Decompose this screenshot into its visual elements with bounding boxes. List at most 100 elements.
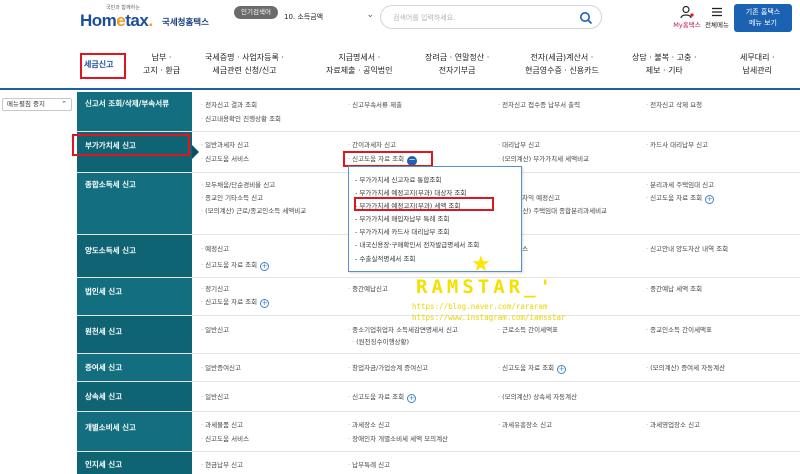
menu-link[interactable]: 전자신고 접수증 납부서 출력 [498,100,580,110]
menu-link[interactable]: 일반신고 [201,392,229,402]
menu-link[interactable]: 과세영업장소 신고 [646,420,700,430]
menu-link[interactable]: 신고도움 자료 조회+ [646,193,715,204]
menu-link[interactable]: 신고도움 자료 조회+ [201,297,270,308]
menu-link[interactable]: 모두채움/단순경비율 신고 [201,180,275,190]
popular-search-select[interactable]: 10. 소득금액 ⌄ [280,8,376,26]
submenu-item[interactable]: 부가가치세 신고자료 통합조회 [355,174,441,184]
watermark-blog: https://blog.naver.com/rararam [412,302,548,311]
table-row: 상속세 신고 일반신고 신고도움 자료 조회+ (모의계산) 상속세 자동계산 [77,382,800,412]
vat-help-data-submenu: 부가가치세 신고자료 통합조회 부가가치세 예정고지(부과) 대상자 조회 부가… [348,166,522,272]
old-menu-button[interactable]: 기존 홈택스 메뉴 보기 [734,4,792,32]
submenu-item[interactable]: 내국신용장·구매확인서 전자발급명세서 조회 [355,239,479,249]
menu-link[interactable]: 전자신고 삭제 요청 [646,100,702,110]
search-placeholder: 검색어를 입력하세요. [393,14,456,22]
expand-icon[interactable]: + [557,365,567,374]
menu-link[interactable]: 분리과세 주택임대 신고 [646,180,714,190]
popular-search-value: 10. 소득금액 [284,13,324,21]
expand-icon[interactable]: + [260,299,270,308]
my-hometax-label: My홈택스 [673,21,701,29]
my-hometax-button[interactable]: My홈택스 [670,5,704,33]
tab-certificate[interactable]: 국세증명 · 사업자등록 · 세금관련 신청/신고 [205,51,284,77]
category-withholding-tax[interactable]: 원천세 신고 [77,316,192,353]
submenu-item[interactable]: 부가가치세 예정고지(부과) 대상자 조회 [355,187,466,197]
menu-link[interactable]: 창업자금/가업승계 증여신고 [348,363,428,373]
menu-link[interactable]: 카드사 대리납부 신고 [646,140,708,150]
submenu-item[interactable]: 부가가치세 카드사 대리납부 조회 [355,226,449,236]
menu-link[interactable]: 대리납부 신고 [498,140,540,150]
header: 국민과 함께하는 Hometax. 국세청홈택스 인기검색어 10. 소득금액 … [0,0,800,40]
menu-link[interactable]: 일반증여신고 [201,363,241,373]
category-stamp-tax[interactable]: 인지세 신고 [77,452,192,474]
logo-tagline: 국민과 함께하는 [106,5,140,11]
menu-link[interactable]: 정기신고 [201,284,229,294]
expand-icon[interactable]: + [407,394,417,403]
table-row: 개별소비세 신고 과세물품 신고 과세장소 신고 과세유흥장소 신고 과세영업장… [77,412,800,452]
menu-link[interactable]: 간이과세자 신고 [348,140,396,150]
tab-agent[interactable]: 세무대리 · 납세관리 [740,51,775,77]
menu-link[interactable]: 신고도움 자료 조회+ [201,260,270,271]
menu-link[interactable]: 과세물품 신고 [201,420,243,430]
all-menu-button[interactable]: 전체메뉴 [704,5,730,33]
menu-link[interactable]: 과세장소 신고 [348,420,390,430]
menu-link[interactable]: (모의계산) 상속세 자동계산 [498,392,577,402]
popular-search-badge: 인기검색어 [234,6,278,19]
watermark-title: RAMSTAR_' [416,276,555,298]
menu-link[interactable]: 중소기업취업자 소득세감면명세서 신고 [348,325,458,335]
menu-link[interactable]: 납부특례 신고 [348,460,390,470]
logo-subtitle: 국세청홈택스 [162,18,209,28]
menu-link[interactable]: 종교인 기타소득 신고 [201,193,263,203]
tab-payment[interactable]: 납부 · 고지 · 환급 [143,51,180,77]
search-input[interactable]: 검색어를 입력하세요. [380,5,602,29]
user-icon [680,5,694,19]
category-gift-tax[interactable]: 증여세 신고 [77,354,192,381]
expand-icon[interactable]: + [260,262,270,271]
menu-link[interactable]: 일반신고 [201,325,229,335]
menu-link[interactable]: 신고부속서류 제출 [348,100,402,110]
tab-highlight-box [80,53,126,79]
submenu-item[interactable]: 부가가치세 매입자납부 특례 조회 [355,213,449,223]
tab-statement[interactable]: 지급명세서 · 자료제출 · 공익법인 [326,51,393,77]
menu-link[interactable]: 신고도움 자료 조회+ [498,363,567,374]
menu-link[interactable]: 신고도움 서비스 [201,154,249,164]
menu-link[interactable]: 신고도움 서비스 [201,434,249,444]
menu-link[interactable]: 과세유흥장소 신고 [498,420,552,430]
old-menu-line1: 기존 홈택스 [745,8,781,16]
watermark-instagram: https://www.instagram.com/iamsstar [412,313,566,322]
tab-incentive[interactable]: 장려금 · 연말정산 · 전자기부금 [425,51,489,77]
submenu-item[interactable]: 수출실적명세서 조회 [355,253,415,263]
submenu-highlight-box [354,197,494,211]
menu-link[interactable]: (모의계산) 증여세 자동계산 [646,363,725,373]
table-row: 신고서 조회/삭제/부속서류 전자신고 결과 조회 신고부속서류 제출 전자신고… [77,92,800,132]
menu-link[interactable]: 장애인차 개별소비세 세액 모의계산 [348,434,448,444]
all-menu-label: 전체메뉴 [705,21,729,29]
menu-link[interactable]: 종교인소득 간이세액표 [646,325,712,335]
menu-note: (원천징수이행상황) [352,337,409,347]
category-corporate-tax[interactable]: 법인세 신고 [77,278,192,315]
category-inheritance-tax[interactable]: 상속세 신고 [77,382,192,411]
hometax-logo[interactable]: 국민과 함께하는 Hometax. 국세청홈택스 [80,4,225,34]
menu-link[interactable]: 중간예납 세액 조회 [646,284,702,294]
menu-link[interactable]: 일반과세자 신고 [201,140,249,150]
menu-link[interactable]: (모의계산) 근로/종교인소득 세액비교 [201,206,306,216]
menu-link[interactable]: 신고도움 자료 조회+ [348,392,417,403]
chevron-down-icon: ⌄ [366,10,374,20]
chevron-up-icon: ⌃ [61,100,67,108]
menu-link[interactable]: 중간예납신고 [348,284,388,294]
menu-expand-stop-button[interactable]: 메뉴펼침 중지 ⌃ [2,98,72,111]
tab-consult[interactable]: 상담 · 불복 · 고충 · 제보 · 기타 [632,51,697,77]
expand-icon[interactable]: + [705,195,715,204]
category-income-tax[interactable]: 종합소득세 신고 [77,173,192,234]
category-excise-tax[interactable]: 개별소비세 신고 [77,412,192,451]
menu-link[interactable]: (모의계산) 부가가치세 세액비교 [498,154,589,164]
menu-link[interactable]: 근로소득 간이세액표 [498,325,558,335]
category-transfer-tax[interactable]: 양도소득세 신고 [77,235,192,277]
search-icon[interactable] [579,11,593,25]
menu-link[interactable]: 현금납부 신고 [201,460,243,470]
menu-link[interactable]: 신고안내 양도자산 내역 조회 [646,244,728,254]
menu-link[interactable]: 예정신고 [201,244,229,254]
menu-link[interactable]: 신고내용확인 진행상황 조회 [201,114,281,124]
tab-e-invoice[interactable]: 전자(세금)계산서 · 현금영수증 · 신용카드 [525,51,599,77]
category-report-inquiry[interactable]: 신고서 조회/삭제/부속서류 [77,92,192,131]
logo-brand: Hometax. [80,11,153,30]
menu-link[interactable]: 전자신고 결과 조회 [201,100,257,110]
